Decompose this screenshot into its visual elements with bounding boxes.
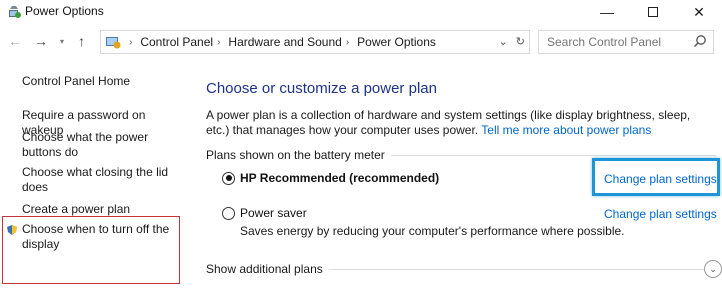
main-content: Choose or customize a power plan A power… (206, 60, 722, 298)
plan-option-hp-recommended[interactable]: HP Recommended (recommended) (222, 171, 439, 185)
control-panel-icon (106, 37, 121, 49)
close-icon: ✕ (693, 3, 705, 20)
shield-icon (7, 225, 17, 235)
search-box[interactable] (538, 30, 714, 54)
breadcrumb-hardware-and-sound[interactable]: Hardware and Sound (228, 35, 341, 49)
breadcrumb-separator: › (129, 36, 133, 48)
sidebar-item-create-plan[interactable]: Create a power plan (22, 202, 182, 217)
search-input[interactable] (539, 31, 689, 53)
breadcrumb-control-panel[interactable]: Control Panel (140, 35, 213, 49)
maximize-button[interactable] (630, 0, 676, 24)
radio-button-selected[interactable] (222, 171, 235, 185)
plan-description: A power plan is a collection of hardware… (206, 108, 716, 138)
title-bar: Power Options — ✕ (0, 0, 722, 24)
navigation-bar: ← → ▾ ↑ › Control Panel › Hardware and S… (0, 28, 722, 56)
power-options-icon (9, 6, 21, 18)
breadcrumb-separator: › (345, 36, 350, 48)
search-icon[interactable] (693, 34, 707, 48)
control-panel-home-link[interactable]: Control Panel Home (22, 74, 182, 89)
breadcrumb-power-options[interactable]: Power Options (357, 35, 436, 49)
refresh-icon[interactable]: ↻ (516, 35, 525, 48)
plan-name[interactable]: HP Recommended (recommended) (240, 171, 439, 185)
forward-arrow-icon[interactable]: → (34, 33, 48, 49)
plans-section-label: Plans shown on the battery meter (206, 148, 391, 162)
radio-button[interactable] (222, 206, 235, 220)
learn-more-link[interactable]: Tell me more about power plans (481, 123, 651, 137)
address-dropdown-icon[interactable]: ⌄ (499, 35, 508, 48)
expand-chevron-icon[interactable]: ⌄ (704, 260, 722, 278)
back-arrow-icon[interactable]: ← (8, 33, 22, 49)
sidebar-item-power-buttons[interactable]: Choose what the power buttons do (22, 130, 182, 160)
breadcrumb-separator: › (217, 36, 221, 48)
window-title: Power Options (25, 4, 104, 18)
maximize-icon (648, 7, 658, 17)
show-additional-plans-label[interactable]: Show additional plans (206, 262, 329, 276)
change-plan-settings-link-1[interactable]: Change plan settings (604, 172, 717, 186)
plan-option-power-saver[interactable]: Power saver (222, 206, 307, 220)
sidebar-item-closing-lid[interactable]: Choose what closing the lid does (22, 165, 182, 195)
change-plan-settings-link-2[interactable]: Change plan settings (604, 207, 717, 221)
minimize-icon: — (600, 4, 614, 20)
minimize-button[interactable]: — (584, 0, 630, 24)
address-bar[interactable]: › Control Panel › Hardware and Sound › P… (100, 30, 530, 54)
power-saver-description: Saves energy by reducing your computer's… (240, 224, 625, 238)
up-arrow-icon[interactable]: ↑ (78, 33, 85, 49)
close-button[interactable]: ✕ (676, 0, 722, 24)
page-title: Choose or customize a power plan (206, 80, 437, 97)
recent-locations-icon[interactable]: ▾ (60, 37, 64, 46)
plan-name[interactable]: Power saver (240, 206, 307, 220)
red-highlight-annotation (2, 216, 180, 284)
left-pane: Control Panel Home Require a password on… (0, 60, 200, 298)
